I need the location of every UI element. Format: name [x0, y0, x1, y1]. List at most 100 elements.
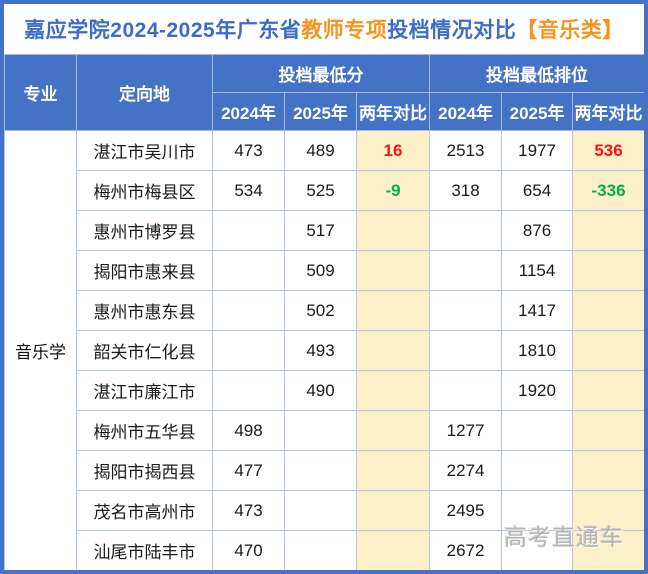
major-cell: 音乐学 [5, 131, 77, 571]
score-diff-cell [357, 251, 430, 291]
title-segment-comparison: 投档情况对比 [387, 14, 516, 44]
rank-diff-cell [573, 331, 645, 371]
rank-diff-cell [573, 491, 645, 531]
rank-2024-cell: 2495 [430, 491, 502, 531]
rank-diff-cell: -336 [573, 171, 645, 211]
score-diff-cell: 16 [357, 131, 430, 171]
score-2025-cell [285, 451, 357, 491]
rank-2024-cell [430, 371, 502, 411]
score-2025-cell: 517 [285, 211, 357, 251]
rank-2025-cell: 654 [502, 171, 573, 211]
rank-2024-cell [430, 211, 502, 251]
rank-2024-cell: 2513 [430, 131, 502, 171]
score-2024-cell: 477 [213, 451, 285, 491]
header-score-group: 投档最低分 [213, 55, 430, 93]
rank-2025-cell [502, 411, 573, 451]
score-2025-cell: 502 [285, 291, 357, 331]
rank-diff-cell: 536 [573, 131, 645, 171]
score-2025-cell: 489 [285, 131, 357, 171]
infographic-card: 嘉应学院2024-2025年广东省教师专项投档情况对比【音乐类】 专业 定向地 … [0, 0, 648, 574]
header-score-diff: 两年对比 [357, 93, 430, 131]
district-cell: 惠州市博罗县 [77, 211, 213, 251]
table-row: 揭阳市惠来县 509 1154 [5, 251, 645, 291]
table-row: 惠州市惠东县 502 1417 [5, 291, 645, 331]
district-cell: 梅州市梅县区 [77, 171, 213, 211]
admission-comparison-table: 专业 定向地 投档最低分 投档最低排位 2024年 2025年 两年对比 202… [4, 54, 645, 571]
score-2025-cell [285, 531, 357, 571]
score-2024-cell: 473 [213, 491, 285, 531]
district-cell: 韶关市仁化县 [77, 331, 213, 371]
header-score-2024: 2024年 [213, 93, 285, 131]
table-row: 梅州市梅县区 534 525 -9 318 654 -336 [5, 171, 645, 211]
district-cell: 湛江市吴川市 [77, 131, 213, 171]
header-group-row: 专业 定向地 投档最低分 投档最低排位 [5, 55, 645, 93]
rank-2024-cell [430, 291, 502, 331]
title-segment-university-years: 嘉应学院2024-2025年广东省 [24, 14, 301, 44]
rank-diff-cell [573, 531, 645, 571]
rank-2025-cell: 1417 [502, 291, 573, 331]
score-2024-cell: 498 [213, 411, 285, 451]
header-rank-diff: 两年对比 [573, 93, 645, 131]
rank-diff-cell [573, 371, 645, 411]
rank-diff-cell [573, 411, 645, 451]
score-diff-cell [357, 411, 430, 451]
rank-diff-cell [573, 211, 645, 251]
header-rank-2024: 2024年 [430, 93, 502, 131]
score-diff-cell [357, 331, 430, 371]
score-2024-cell: 473 [213, 131, 285, 171]
district-cell: 惠州市惠东县 [77, 291, 213, 331]
rank-2024-cell: 2274 [430, 451, 502, 491]
rank-2024-cell: 1277 [430, 411, 502, 451]
score-2025-cell: 493 [285, 331, 357, 371]
table-row: 汕尾市陆丰市 470 2672 [5, 531, 645, 571]
rank-2025-cell [502, 451, 573, 491]
table-row: 韶关市仁化县 493 1810 [5, 331, 645, 371]
score-2025-cell: 525 [285, 171, 357, 211]
score-diff-cell [357, 451, 430, 491]
rank-diff-cell [573, 451, 645, 491]
district-cell: 揭阳市惠来县 [77, 251, 213, 291]
header-major: 专业 [5, 55, 77, 131]
score-2024-cell: 534 [213, 171, 285, 211]
district-cell: 茂名市高州市 [77, 491, 213, 531]
score-2024-cell [213, 211, 285, 251]
score-2024-cell [213, 291, 285, 331]
table-row: 揭阳市揭西县 477 2274 [5, 451, 645, 491]
score-diff-cell [357, 371, 430, 411]
title-segment-category: 【音乐类】 [516, 14, 624, 44]
score-diff-cell [357, 291, 430, 331]
score-2024-cell: 470 [213, 531, 285, 571]
table-row: 梅州市五华县 498 1277 [5, 411, 645, 451]
rank-2025-cell: 876 [502, 211, 573, 251]
rank-2025-cell [502, 491, 573, 531]
rank-2025-cell: 1810 [502, 331, 573, 371]
rank-2024-cell: 318 [430, 171, 502, 211]
score-diff-cell [357, 491, 430, 531]
score-2024-cell [213, 371, 285, 411]
score-2025-cell: 509 [285, 251, 357, 291]
district-cell: 湛江市廉江市 [77, 371, 213, 411]
table-row: 惠州市博罗县 517 876 [5, 211, 645, 251]
table-row: 音乐学 湛江市吴川市 473 489 16 2513 1977 536 [5, 131, 645, 171]
rank-diff-cell [573, 251, 645, 291]
district-cell: 揭阳市揭西县 [77, 451, 213, 491]
header-rank-2025: 2025年 [502, 93, 573, 131]
rank-2025-cell: 1920 [502, 371, 573, 411]
table-row: 茂名市高州市 473 2495 [5, 491, 645, 531]
rank-2025-cell: 1154 [502, 251, 573, 291]
score-2025-cell: 490 [285, 371, 357, 411]
score-2024-cell [213, 331, 285, 371]
page-title: 嘉应学院2024-2025年广东省教师专项投档情况对比【音乐类】 [4, 4, 644, 54]
header-score-2025: 2025年 [285, 93, 357, 131]
score-diff-cell [357, 211, 430, 251]
score-2025-cell [285, 411, 357, 451]
score-diff-cell: -9 [357, 171, 430, 211]
rank-2025-cell [502, 531, 573, 571]
rank-2024-cell: 2672 [430, 531, 502, 571]
table-row: 湛江市廉江市 490 1920 [5, 371, 645, 411]
district-cell: 汕尾市陆丰市 [77, 531, 213, 571]
score-2024-cell [213, 251, 285, 291]
rank-2025-cell: 1977 [502, 131, 573, 171]
title-segment-teacher-program: 教师专项 [301, 14, 387, 44]
rank-2024-cell [430, 331, 502, 371]
